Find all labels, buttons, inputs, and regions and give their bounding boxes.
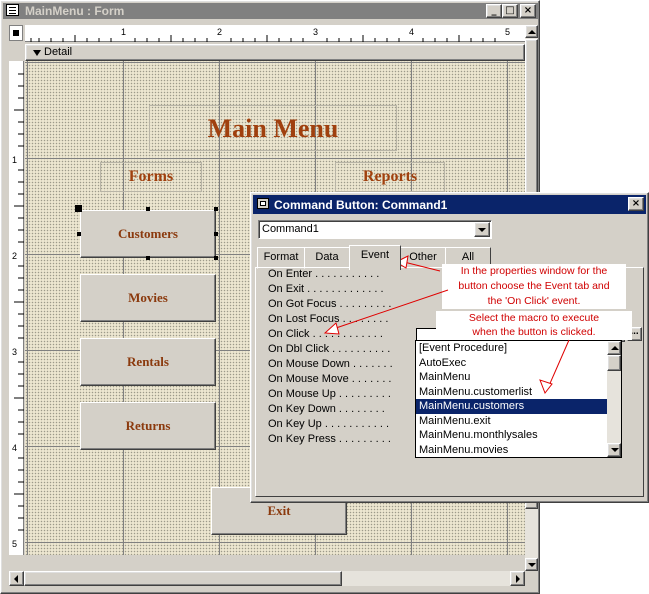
selection-handle[interactable] bbox=[214, 207, 218, 211]
detail-section-label: Detail bbox=[44, 46, 73, 58]
macro-option-autoexec[interactable]: AutoExec bbox=[416, 356, 607, 371]
chevron-down-icon bbox=[478, 228, 486, 232]
selection-handle[interactable] bbox=[214, 232, 218, 236]
horizontal-scrollbar[interactable] bbox=[9, 571, 525, 586]
scroll-left-button[interactable] bbox=[9, 571, 24, 586]
object-selector-dropdown-button[interactable] bbox=[474, 222, 490, 237]
detail-section-bar[interactable]: Detail bbox=[25, 44, 525, 61]
annotation-note: In the properties window for the button … bbox=[436, 264, 632, 340]
form-window-titlebar[interactable]: MainMenu : Form _ □ × bbox=[3, 3, 538, 19]
property-on-mouse-move[interactable]: On Mouse Move . . . . . . . bbox=[268, 373, 392, 388]
macro-option-customers-selected[interactable]: MainMenu.customers bbox=[416, 399, 607, 414]
selection-handle[interactable] bbox=[146, 207, 150, 211]
ruler-mark-1: 1 bbox=[121, 27, 127, 37]
section-arrow-icon bbox=[33, 50, 41, 56]
properties-window-icon bbox=[257, 198, 269, 209]
rentals-button[interactable]: Rentals bbox=[80, 338, 216, 386]
selection-handle[interactable] bbox=[146, 256, 150, 260]
property-on-dbl-click[interactable]: On Dbl Click . . . . . . . . . . bbox=[268, 343, 390, 358]
object-selector[interactable]: Command1 bbox=[258, 220, 492, 239]
ruler-corner[interactable] bbox=[9, 25, 23, 41]
arrow-up-icon bbox=[528, 30, 536, 34]
ruler-mark-4: 4 bbox=[409, 27, 415, 37]
macro-option-exit[interactable]: MainMenu.exit bbox=[416, 414, 607, 429]
minimize-button[interactable]: _ bbox=[486, 4, 502, 18]
reports-label: Reports bbox=[362, 168, 418, 185]
dropdown-scroll-up-button[interactable] bbox=[607, 341, 621, 355]
properties-window: Command Button: Command1 × Command1 Form… bbox=[250, 192, 649, 503]
property-on-key-down[interactable]: On Key Down . . . . . . . . bbox=[268, 403, 385, 418]
ruler-mark-left-3: 3 bbox=[12, 347, 18, 357]
form-window-title: MainMenu : Form bbox=[25, 4, 125, 18]
close-button[interactable]: × bbox=[520, 4, 536, 18]
selection-handle[interactable] bbox=[77, 232, 81, 236]
forms-label-box[interactable]: Forms bbox=[100, 162, 202, 192]
horizontal-scroll-thumb[interactable] bbox=[24, 571, 342, 586]
macro-option-customerlist[interactable]: MainMenu.customerlist bbox=[416, 385, 607, 400]
macro-option-monthlysales[interactable]: MainMenu.monthlysales bbox=[416, 428, 607, 443]
scroll-down-button[interactable] bbox=[525, 558, 538, 571]
property-on-enter[interactable]: On Enter . . . . . . . . . . . bbox=[268, 268, 379, 283]
tab-event[interactable]: Event bbox=[349, 245, 401, 270]
maximize-button[interactable]: □ bbox=[502, 4, 518, 18]
arrow-down-icon bbox=[611, 448, 619, 452]
macro-option-mainmenu[interactable]: MainMenu bbox=[416, 370, 607, 385]
properties-title: Command Button: Command1 bbox=[274, 198, 448, 212]
ruler-mark-2: 2 bbox=[217, 27, 223, 37]
arrow-left-icon bbox=[14, 575, 18, 583]
macro-option-event-procedure[interactable]: [Event Procedure] bbox=[416, 341, 607, 356]
ruler-mark-5: 5 bbox=[505, 27, 511, 37]
property-on-key-press[interactable]: On Key Press . . . . . . . . . bbox=[268, 433, 391, 448]
annotation-line-1: In the properties window for the bbox=[442, 264, 626, 279]
macro-dropdown-list[interactable]: [Event Procedure] AutoExec MainMenu Main… bbox=[415, 340, 622, 458]
movies-button[interactable]: Movies bbox=[80, 274, 216, 322]
ruler-mark-left-4: 4 bbox=[12, 443, 18, 453]
property-on-got-focus[interactable]: On Got Focus . . . . . . . . . bbox=[268, 298, 391, 313]
tab-data[interactable]: Data bbox=[304, 247, 350, 269]
ruler-mark-left-2: 2 bbox=[12, 251, 18, 261]
scroll-right-button[interactable] bbox=[510, 571, 525, 586]
property-on-click[interactable]: On Click . . . . . . . . . . . . bbox=[268, 328, 383, 343]
dropdown-scroll-down-button[interactable] bbox=[607, 443, 621, 457]
property-on-exit[interactable]: On Exit . . . . . . . . . . . . . bbox=[268, 283, 384, 298]
annotation-line-3: the 'On Click' event. bbox=[442, 294, 626, 309]
forms-label: Forms bbox=[128, 168, 174, 185]
object-selector-value: Command1 bbox=[262, 223, 319, 235]
properties-close-button[interactable]: × bbox=[628, 197, 644, 211]
ruler-mark-left-1: 1 bbox=[12, 155, 18, 165]
arrow-down-icon bbox=[528, 563, 536, 567]
arrow-up-icon bbox=[611, 346, 619, 350]
form-icon bbox=[6, 4, 19, 16]
dropdown-scrollbar[interactable] bbox=[607, 341, 621, 457]
tab-format[interactable]: Format bbox=[257, 247, 305, 269]
vertical-ruler-ticks bbox=[14, 73, 24, 531]
horizontal-ruler: 1 2 3 4 5 bbox=[25, 25, 525, 42]
properties-titlebar[interactable]: Command Button: Command1 × bbox=[253, 195, 646, 214]
arrow-right-icon bbox=[516, 575, 520, 583]
macro-option-movies[interactable]: MainMenu.movies bbox=[416, 443, 607, 458]
annotation-line-5: when the button is clicked. bbox=[436, 325, 632, 340]
customers-button[interactable]: Customers bbox=[80, 210, 216, 258]
main-menu-title: Main Menu bbox=[207, 114, 339, 143]
selection-handle[interactable] bbox=[214, 256, 218, 260]
main-menu-title-box[interactable]: Main Menu bbox=[149, 105, 397, 151]
property-on-key-up[interactable]: On Key Up . . . . . . . . . . . bbox=[268, 418, 389, 433]
property-on-mouse-up[interactable]: On Mouse Up . . . . . . . . . bbox=[268, 388, 391, 403]
dropdown-scroll-thumb[interactable] bbox=[607, 355, 621, 371]
property-on-mouse-down[interactable]: On Mouse Down . . . . . . . bbox=[268, 358, 393, 373]
ruler-mark-3: 3 bbox=[313, 27, 319, 37]
ruler-mark-left-5: 5 bbox=[12, 539, 18, 549]
annotation-line-4: Select the macro to execute bbox=[436, 311, 632, 326]
vertical-ruler: 1 2 3 4 5 bbox=[9, 61, 24, 555]
annotation-line-2: button choose the Event tab and bbox=[442, 279, 626, 294]
returns-button[interactable]: Returns bbox=[80, 402, 216, 450]
scroll-up-button[interactable] bbox=[525, 25, 538, 38]
selection-handle-move[interactable] bbox=[75, 205, 82, 212]
macro-list-items: [Event Procedure] AutoExec MainMenu Main… bbox=[416, 341, 607, 457]
horizontal-ruler-ticks bbox=[30, 35, 496, 42]
property-on-lost-focus[interactable]: On Lost Focus . . . . . . . . bbox=[268, 313, 388, 328]
reports-label-box[interactable]: Reports bbox=[335, 162, 445, 192]
